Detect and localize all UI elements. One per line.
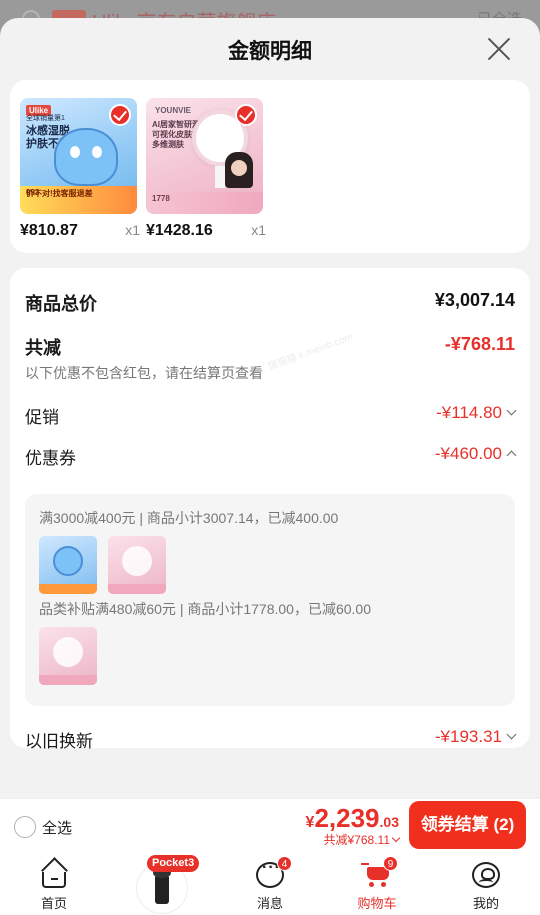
thumb-graphic-bar [39,584,97,594]
promotion-value: -¥114.80 [436,403,517,423]
tab-label: 我的 [472,896,499,911]
trade-in-value: -¥193.31 [434,727,517,747]
promotion-label: 促销 [25,408,59,427]
mirror-stand [215,166,225,188]
coupon-detail-panel: 满3000减400元 | 商品小计3007.14，已减400.00 品类补贴满4… [25,494,515,706]
amount-detail-sheet: 金额明细 Ulike 全球销量第1 冰感湿脱 护肤不留黑 价不对!找客服退差 9… [0,18,540,798]
thumb-graphic [53,637,83,667]
selected-check-icon [235,104,257,126]
thumb-graphic [53,546,83,576]
tab-label: 消息 [256,896,283,911]
tab-label: 首页 [40,896,67,911]
watermark: 猫猫猫 k.meinb.com [266,331,355,373]
product-price: ¥810.87 [20,222,78,239]
tab-cart[interactable]: 9 购物车 [337,856,417,915]
tab-profile[interactable]: 我的 [446,856,526,915]
model-image [225,152,253,188]
product-item[interactable]: Ulike 全球销量第1 冰感湿脱 护肤不留黑 价不对!找客服退差 993 ¥8… [20,98,140,239]
cart-badge: 9 [383,856,398,871]
amount-integer: 2,239 [314,803,380,833]
chevron-down-icon[interactable] [506,405,517,416]
selected-check-icon [109,104,131,126]
coupon-amount: -¥460.00 [434,444,502,463]
mascot-image [54,128,118,186]
thumb-sub: 全球销量第1 [26,115,65,122]
total-amount: ¥2,239.03 [306,803,399,834]
discount-note: 以下优惠不包含红包，请在结算页查看 [25,365,263,381]
saved-amount-text: 共减¥768.11 [323,833,391,847]
amount-decimal: .03 [379,814,399,830]
coupon-product-thumb [39,536,97,594]
close-icon[interactable] [486,36,512,62]
coupon-value: -¥460.00 [434,444,517,464]
thumb-graphic-bar [39,675,97,685]
bottom-tab-bar: 首页 Pocket3 4 消息 9 购物车 我的 [0,855,540,915]
camera-device-icon [153,868,171,904]
tab-label: 购物车 [357,896,397,911]
pocket3-label: Pocket3 [147,855,200,872]
cart-handle [361,863,369,865]
total-discount-value: -¥768.11 [444,334,515,354]
tab-messages[interactable]: 4 消息 [230,856,310,915]
product-quantity: x1 [125,222,140,238]
message-badge: 4 [277,856,292,871]
saved-amount[interactable]: 共减¥768.11 [323,831,401,848]
thumb-graphic-bar [108,584,166,594]
product-thumbnail[interactable]: YOUNVIE AI居家智研测肤 可视化皮肤管理 多维测肤 1778 [146,98,263,214]
coupon-detail-line: 品类补贴满480减60元 | 商品小计1778.00，已减60.00 [39,601,371,617]
chevron-up-icon[interactable] [506,450,517,461]
promotion-amount: -¥114.80 [436,403,502,422]
thumb-brand: YOUNVIE [155,106,192,115]
tab-home[interactable]: 首页 [14,856,94,915]
thumb-price: 993 [26,188,40,197]
product-thumbnail[interactable]: Ulike 全球销量第1 冰感湿脱 护肤不留黑 价不对!找客服退差 993 [20,98,137,214]
product-price: ¥1428.16 [146,222,213,239]
thumb-price: 1778 [152,194,170,203]
checkout-bar: 全选 ¥2,239.03 共减¥768.11 领券结算 (2) [0,798,540,856]
chevron-down-icon[interactable] [506,729,517,740]
products-card: Ulike 全球销量第1 冰感湿脱 护肤不留黑 价不对!找客服退差 993 ¥8… [10,80,530,253]
profile-icon [472,862,500,888]
product-item[interactable]: YOUNVIE AI居家智研测肤 可视化皮肤管理 多维测肤 1778 ¥1428… [146,98,266,239]
select-all-label[interactable]: 全选 [42,817,72,838]
price-details-card: 商品总价 ¥3,007.14 共减 -¥768.11 以下优惠不包含红包，请在结… [10,268,530,751]
thumb-graphic [122,546,152,576]
coupon-product-thumb [108,536,166,594]
coupon-label: 优惠券 [25,449,76,468]
total-price-label: 商品总价 [25,294,97,314]
coupon-product-thumb [39,627,97,685]
total-discount-label: 共减 [25,338,61,358]
checkout-button[interactable]: 领券结算 (2) [409,801,526,849]
product-quantity: x1 [251,222,266,238]
chevron-down-icon [391,833,401,843]
coupon-detail-line: 满3000减400元 | 商品小计3007.14，已减400.00 [39,510,339,526]
home-icon [42,872,66,888]
select-all-checkbox[interactable] [14,816,36,838]
sheet-title: 金额明细 [228,40,312,63]
trade-in-amount: -¥193.31 [434,727,502,746]
trade-in-label: 以旧换新 [25,732,93,751]
thumb-banner: 1778 [146,192,263,214]
total-price-value: ¥3,007.14 [434,290,515,310]
thumb-banner: 价不对!找客服退差 993 [20,186,137,214]
